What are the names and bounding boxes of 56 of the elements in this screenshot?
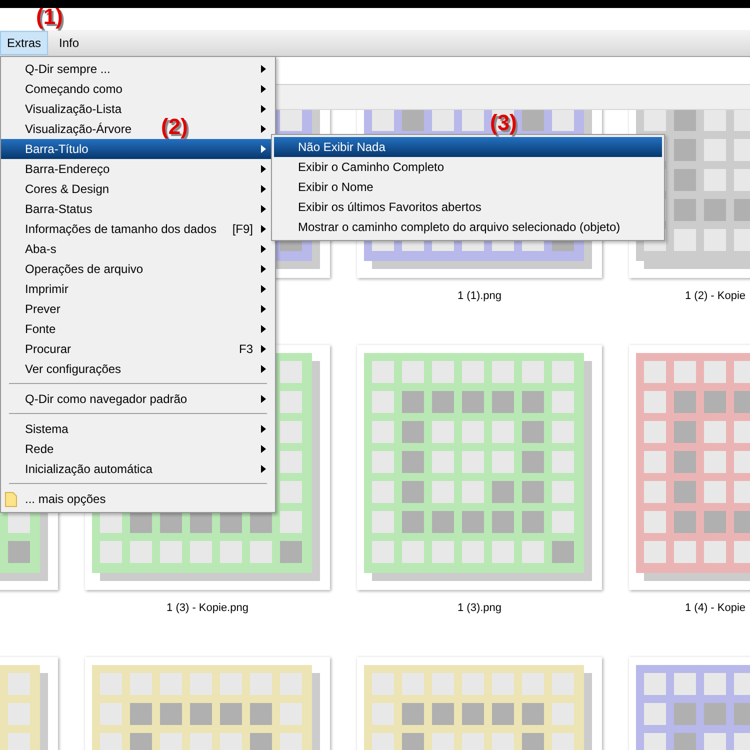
menu-item[interactable]: Começando como [1,79,275,99]
submenu-arrow-icon [261,145,266,153]
menu-item[interactable]: Barra-Endereço [1,159,275,179]
submenu-arrow-icon [261,445,266,453]
file-name: 1 (3) - Kopie.png [166,602,248,614]
menu-item[interactable]: Barra-Status [1,199,275,219]
menu-bar-item[interactable]: Info [52,31,86,55]
menu-item[interactable]: Ver configurações [1,359,275,379]
submenu-arrow-icon [261,205,266,213]
menu-item[interactable]: Informações de tamanho dos dados [F9] [1,219,275,239]
step-number-label: (1) [36,6,63,28]
submenu-arrow-icon [261,345,266,353]
folder-icon [5,492,17,507]
menu-item[interactable]: Prever [1,299,275,319]
menu-item[interactable]: Aba-s [1,239,275,259]
menu-item[interactable]: Visualização-Lista [1,99,275,119]
submenu-arrow-icon [261,165,266,173]
step-number-label: (2) [161,116,188,138]
file-name: 1 (3).png [457,602,502,614]
menu-item[interactable]: Exibir os últimos Favoritos abertos [274,197,662,217]
file-name: 1 (4) - Kopie [685,602,746,614]
submenu-arrow-icon [261,85,266,93]
menu-item[interactable]: Rede [1,439,275,459]
menu-item[interactable]: Procurar F3 [1,339,275,359]
menu-item[interactable]: Operações de arquivo [1,259,275,279]
menu-item[interactable]: Exibir o Caminho Completo [274,157,662,177]
submenu-arrow-icon [261,265,266,273]
menu-item[interactable]: Imprimir [1,279,275,299]
menu-item[interactable]: Fonte [1,319,275,339]
menu-item[interactable]: Cores & Design [1,179,275,199]
submenu-arrow-icon [261,425,266,433]
submenu-arrow-icon [261,225,266,233]
menu-item[interactable]: Exibir o Nome [274,177,662,197]
submenu-arrow-icon [261,305,266,313]
menu-item[interactable]: Mostrar o caminho completo do arquivo selecionado (objeto) [274,217,662,237]
submenu-arrow-icon [261,65,266,73]
menu-item[interactable]: Visualização-Árvore (2) [1,119,275,139]
menu-item[interactable]: ... mais opções [1,489,275,509]
menu-item[interactable]: Não Exibir Nada [274,137,662,157]
step-number-label: (3) [490,112,517,134]
submenu-arrow-icon [261,105,266,113]
menu-item[interactable]: Sistema [1,419,275,439]
submenu-arrow-icon [261,325,266,333]
menu-item[interactable]: Inicialização automática [1,459,275,479]
file-name: 1 (1).png [457,290,502,302]
submenu-arrow-icon [261,395,266,403]
submenu-arrow-icon [261,465,266,473]
submenu-arrow-icon [261,245,266,253]
file-name: 1 (2) - Kopie [685,290,746,302]
submenu-arrow-icon [261,365,266,373]
menu-item[interactable]: Q-Dir como navegador padrão [1,389,275,409]
menu-item[interactable]: Q-Dir sempre ... [1,59,275,79]
submenu-arrow-icon [261,185,266,193]
submenu-arrow-icon [261,125,266,133]
menu-bar-item[interactable]: Extras [0,31,48,55]
submenu-arrow-icon [261,285,266,293]
